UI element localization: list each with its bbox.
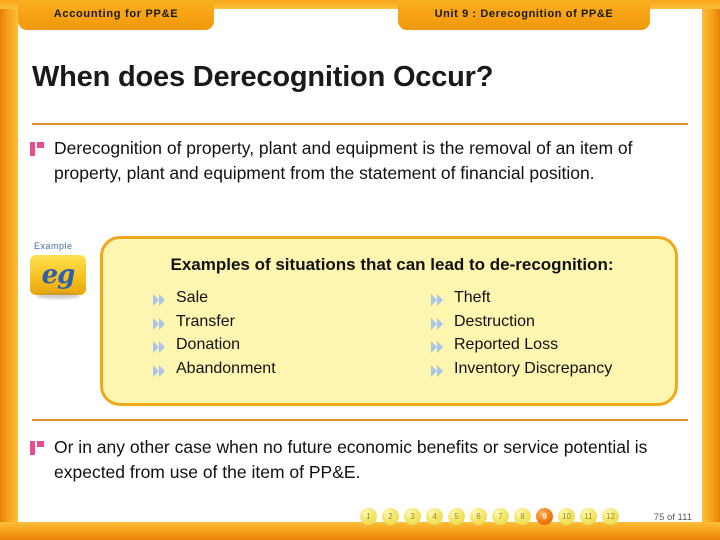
divider-bottom: [32, 419, 688, 421]
bullet-item-1: Derecognition of property, plant and equ…: [30, 136, 690, 185]
list-item-label: Reported Loss: [454, 336, 559, 353]
slide: Accounting for PP&E Unit 9 : Derecogniti…: [0, 0, 720, 540]
callout-columns: Sale Transfer Donation Abandonment Theft…: [103, 289, 681, 383]
double-chevron-icon: [153, 317, 167, 330]
list-item: Destruction: [431, 313, 681, 331]
page-dot-10[interactable]: 10: [558, 508, 575, 525]
callout-heading: Examples of situations that can lead to …: [170, 255, 614, 274]
page-dot-8[interactable]: 8: [514, 508, 531, 525]
bullet-item-2: Or in any other case when no future econ…: [30, 435, 690, 484]
page-dot-5[interactable]: 5: [448, 508, 465, 525]
eg-icon-text: eg: [41, 260, 76, 290]
bullet-marker-icon: [30, 142, 44, 156]
page-dot-11[interactable]: 11: [580, 508, 597, 525]
tab-unit[interactable]: Unit 9 : Derecognition of PP&E: [398, 0, 650, 30]
page-dot-1[interactable]: 1: [360, 508, 377, 525]
page-dot-7[interactable]: 7: [492, 508, 509, 525]
list-item-label: Transfer: [176, 312, 235, 330]
frame-right-border: [702, 0, 720, 540]
page-dot-2[interactable]: 2: [382, 508, 399, 525]
page-dot-6[interactable]: 6: [470, 508, 487, 525]
tab-course-label: Accounting for PP&E: [53, 7, 179, 20]
list-item: Abandonment: [153, 360, 392, 378]
list-item-label: Inventory Discrepancy: [454, 359, 613, 377]
page-dot-4[interactable]: 4: [426, 508, 443, 525]
list-item-label: Abandonment: [176, 359, 276, 377]
list-item: Reported Loss: [431, 336, 681, 354]
list-item: Donation: [153, 336, 392, 354]
callout-column-left: Sale Transfer Donation Abandonment: [103, 289, 392, 383]
list-item-label: Destruction: [454, 312, 535, 330]
slide-title: When does Derecognition Occur?: [32, 61, 494, 93]
double-chevron-icon: [431, 294, 445, 306]
list-item: Theft: [431, 289, 681, 307]
example-label: Example: [34, 241, 73, 251]
double-chevron-icon: [153, 364, 167, 377]
page-dot-9-active[interactable]: 9: [536, 508, 553, 525]
double-chevron-icon: [153, 341, 167, 353]
list-item-label: Theft: [454, 289, 491, 306]
bullet-marker-icon: [30, 441, 44, 455]
list-item: Sale: [153, 289, 392, 307]
tab-course[interactable]: Accounting for PP&E: [18, 0, 214, 30]
double-chevron-icon: [153, 294, 167, 306]
double-chevron-icon: [431, 341, 445, 353]
list-item-label: Sale: [176, 289, 209, 306]
eg-icon-shadow: [36, 293, 80, 299]
bullet-item-2-text: Or in any other case when no future econ…: [54, 437, 648, 482]
page-counter: 75 of 111: [653, 512, 692, 523]
list-item-label: Donation: [176, 336, 241, 353]
list-item: Inventory Discrepancy: [431, 360, 681, 378]
bullet-item-1-text: Derecognition of property, plant and equ…: [54, 138, 633, 183]
examples-callout-box: Examples of situations that can lead to …: [100, 236, 678, 406]
list-item: Transfer: [153, 313, 392, 331]
double-chevron-icon: [431, 317, 445, 330]
page-navigation[interactable]: 1 2 3 4 5 6 7 8 9 10 11 12: [360, 508, 619, 525]
example-eg-icon: eg: [30, 255, 86, 299]
frame-left-border: [0, 0, 18, 540]
page-dot-3[interactable]: 3: [404, 508, 421, 525]
double-chevron-icon: [431, 364, 445, 377]
divider-top: [32, 123, 688, 125]
tab-unit-label: Unit 9 : Derecognition of PP&E: [434, 7, 614, 20]
page-dot-12[interactable]: 12: [602, 508, 619, 525]
callout-column-right: Theft Destruction Reported Loss Inventor…: [392, 289, 681, 383]
